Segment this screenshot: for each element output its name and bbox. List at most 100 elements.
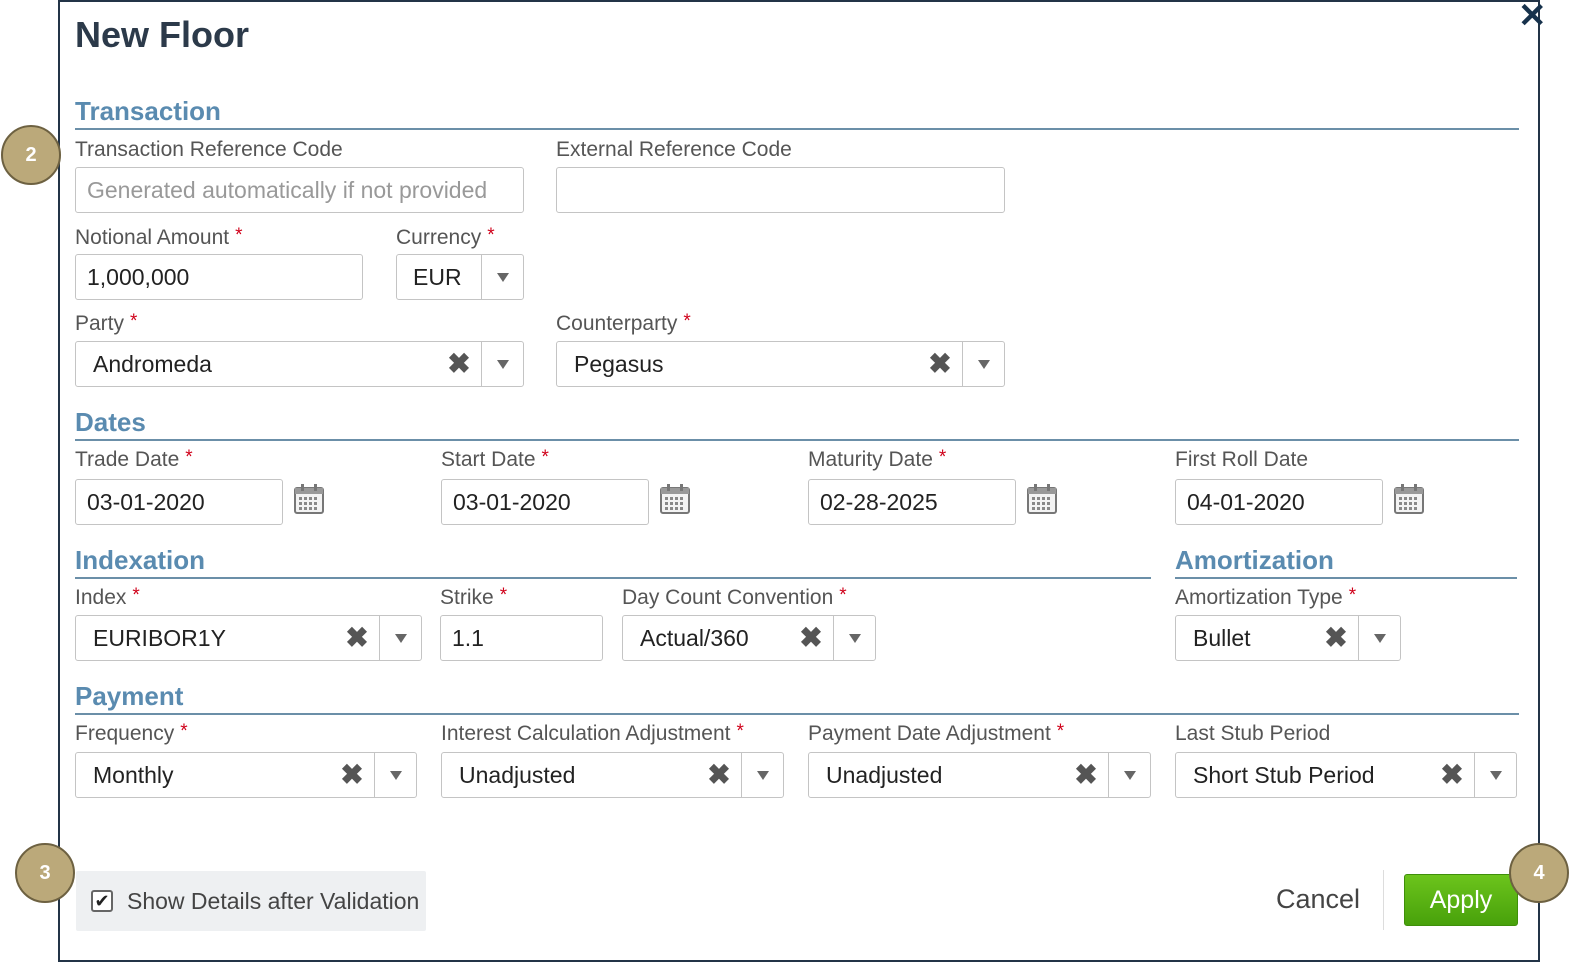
callout-marker-3: 3	[15, 843, 75, 903]
close-icon[interactable]: ✕	[1518, 0, 1547, 33]
last-stub-label: Last Stub Period	[1175, 722, 1331, 745]
first-roll-date-input[interactable]	[1175, 479, 1383, 525]
maturity-date-label-text: Maturity Date	[808, 448, 933, 471]
clear-icon[interactable]: ✖	[335, 616, 379, 660]
section-divider	[75, 713, 1519, 715]
strike-input[interactable]	[440, 615, 603, 661]
transaction-ref-input[interactable]	[75, 167, 524, 213]
chevron-down-icon[interactable]	[962, 342, 1004, 386]
required-marker: *	[541, 447, 549, 468]
section-indexation: Indexation	[75, 545, 206, 575]
calendar-icon[interactable]	[1026, 483, 1058, 515]
chevron-down-icon[interactable]	[481, 342, 523, 386]
strike-label-text: Strike	[440, 586, 494, 609]
required-marker: *	[180, 721, 188, 742]
interest-adj-select[interactable]: Unadjusted ✖	[441, 752, 784, 798]
section-divider	[75, 439, 1519, 441]
frequency-label-text: Frequency	[75, 722, 175, 745]
clear-icon[interactable]: ✖	[1064, 753, 1108, 797]
index-select[interactable]: EURIBOR1Y ✖	[75, 615, 422, 661]
notional-amount-input[interactable]	[75, 254, 363, 300]
calendar-icon[interactable]	[293, 483, 325, 515]
interest-adj-label: Interest Calculation Adjustment *	[441, 721, 744, 746]
strike-label: Strike *	[440, 585, 508, 610]
required-marker: *	[1056, 721, 1065, 742]
chevron-down-icon[interactable]	[1108, 753, 1150, 797]
payment-adj-select[interactable]: Unadjusted ✖	[808, 752, 1151, 798]
chevron-down-icon[interactable]	[741, 753, 783, 797]
clear-icon[interactable]: ✖	[789, 616, 833, 660]
counterparty-value: Pegasus	[574, 350, 664, 377]
required-marker: *	[130, 311, 138, 332]
required-marker: *	[185, 447, 193, 468]
chevron-down-icon[interactable]	[833, 616, 875, 660]
section-transaction: Transaction	[75, 96, 221, 126]
chevron-down-icon[interactable]	[374, 753, 416, 797]
first-roll-date-label: First Roll Date	[1175, 448, 1309, 471]
amortization-type-label: Amortization Type *	[1175, 585, 1356, 610]
notional-label-text: Notional Amount	[75, 226, 230, 249]
required-marker: *	[736, 721, 744, 742]
amortization-type-select[interactable]: Bullet ✖	[1175, 615, 1401, 661]
day-count-label: Day Count Convention *	[622, 585, 847, 610]
show-details-option[interactable]: ✔ Show Details after Validation	[76, 871, 426, 931]
chevron-down-icon[interactable]	[1358, 616, 1400, 660]
external-ref-label: External Reference Code	[556, 138, 792, 161]
party-select[interactable]: Andromeda ✖	[75, 341, 524, 387]
chevron-down-icon[interactable]	[379, 616, 421, 660]
section-divider	[1175, 577, 1517, 579]
payment-adj-label-text: Payment Date Adjustment	[808, 722, 1051, 745]
calendar-icon[interactable]	[659, 483, 691, 515]
calendar-icon[interactable]	[1393, 483, 1425, 515]
index-label-text: Index	[75, 586, 127, 609]
payment-adj-value: Unadjusted	[826, 761, 943, 788]
counterparty-label: Counterparty *	[556, 311, 691, 336]
cancel-button[interactable]: Cancel	[1276, 884, 1360, 915]
trade-date-label-text: Trade Date	[75, 448, 180, 471]
required-marker: *	[839, 585, 847, 606]
section-amortization: Amortization	[1175, 545, 1334, 575]
external-ref-input[interactable]	[556, 167, 1005, 213]
party-label-text: Party	[75, 312, 125, 335]
footer-divider	[1383, 870, 1384, 930]
dialog-title: New Floor	[75, 14, 250, 55]
clear-icon[interactable]: ✖	[918, 342, 962, 386]
section-divider	[75, 128, 1519, 130]
show-details-label: Show Details after Validation	[127, 887, 420, 914]
frequency-select[interactable]: Monthly ✖	[75, 752, 417, 798]
day-count-value: Actual/360	[640, 624, 749, 651]
required-marker: *	[683, 311, 691, 332]
clear-icon[interactable]: ✖	[1314, 616, 1358, 660]
index-value: EURIBOR1Y	[93, 624, 226, 651]
frequency-value: Monthly	[93, 761, 174, 788]
currency-label: Currency *	[396, 225, 495, 250]
interest-adj-label-text: Interest Calculation Adjustment	[441, 722, 731, 745]
last-stub-select[interactable]: Short Stub Period ✖	[1175, 752, 1517, 798]
start-date-label: Start Date *	[441, 447, 549, 472]
start-date-input[interactable]	[441, 479, 649, 525]
callout-marker-2: 2	[1, 125, 61, 185]
trade-date-input[interactable]	[75, 479, 283, 525]
payment-adj-label: Payment Date Adjustment *	[808, 721, 1065, 746]
party-label: Party *	[75, 311, 138, 336]
section-divider	[75, 577, 1151, 579]
apply-button[interactable]: Apply	[1404, 874, 1518, 926]
chevron-down-icon[interactable]	[1474, 753, 1516, 797]
interest-adj-value: Unadjusted	[459, 761, 576, 788]
maturity-date-input[interactable]	[808, 479, 1016, 525]
day-count-select[interactable]: Actual/360 ✖	[622, 615, 876, 661]
currency-value: EUR	[413, 263, 462, 290]
clear-icon[interactable]: ✖	[697, 753, 741, 797]
clear-icon[interactable]: ✖	[437, 342, 481, 386]
amortization-type-value: Bullet	[1193, 624, 1251, 651]
currency-select[interactable]: EUR	[396, 254, 524, 300]
show-details-checkbox[interactable]: ✔	[91, 890, 113, 912]
chevron-down-icon[interactable]	[481, 255, 523, 299]
trade-date-label: Trade Date *	[75, 447, 193, 472]
clear-icon[interactable]: ✖	[1430, 753, 1474, 797]
last-stub-value: Short Stub Period	[1193, 761, 1375, 788]
clear-icon[interactable]: ✖	[330, 753, 374, 797]
counterparty-select[interactable]: Pegasus ✖	[556, 341, 1005, 387]
start-date-label-text: Start Date	[441, 448, 536, 471]
required-marker: *	[499, 585, 508, 606]
